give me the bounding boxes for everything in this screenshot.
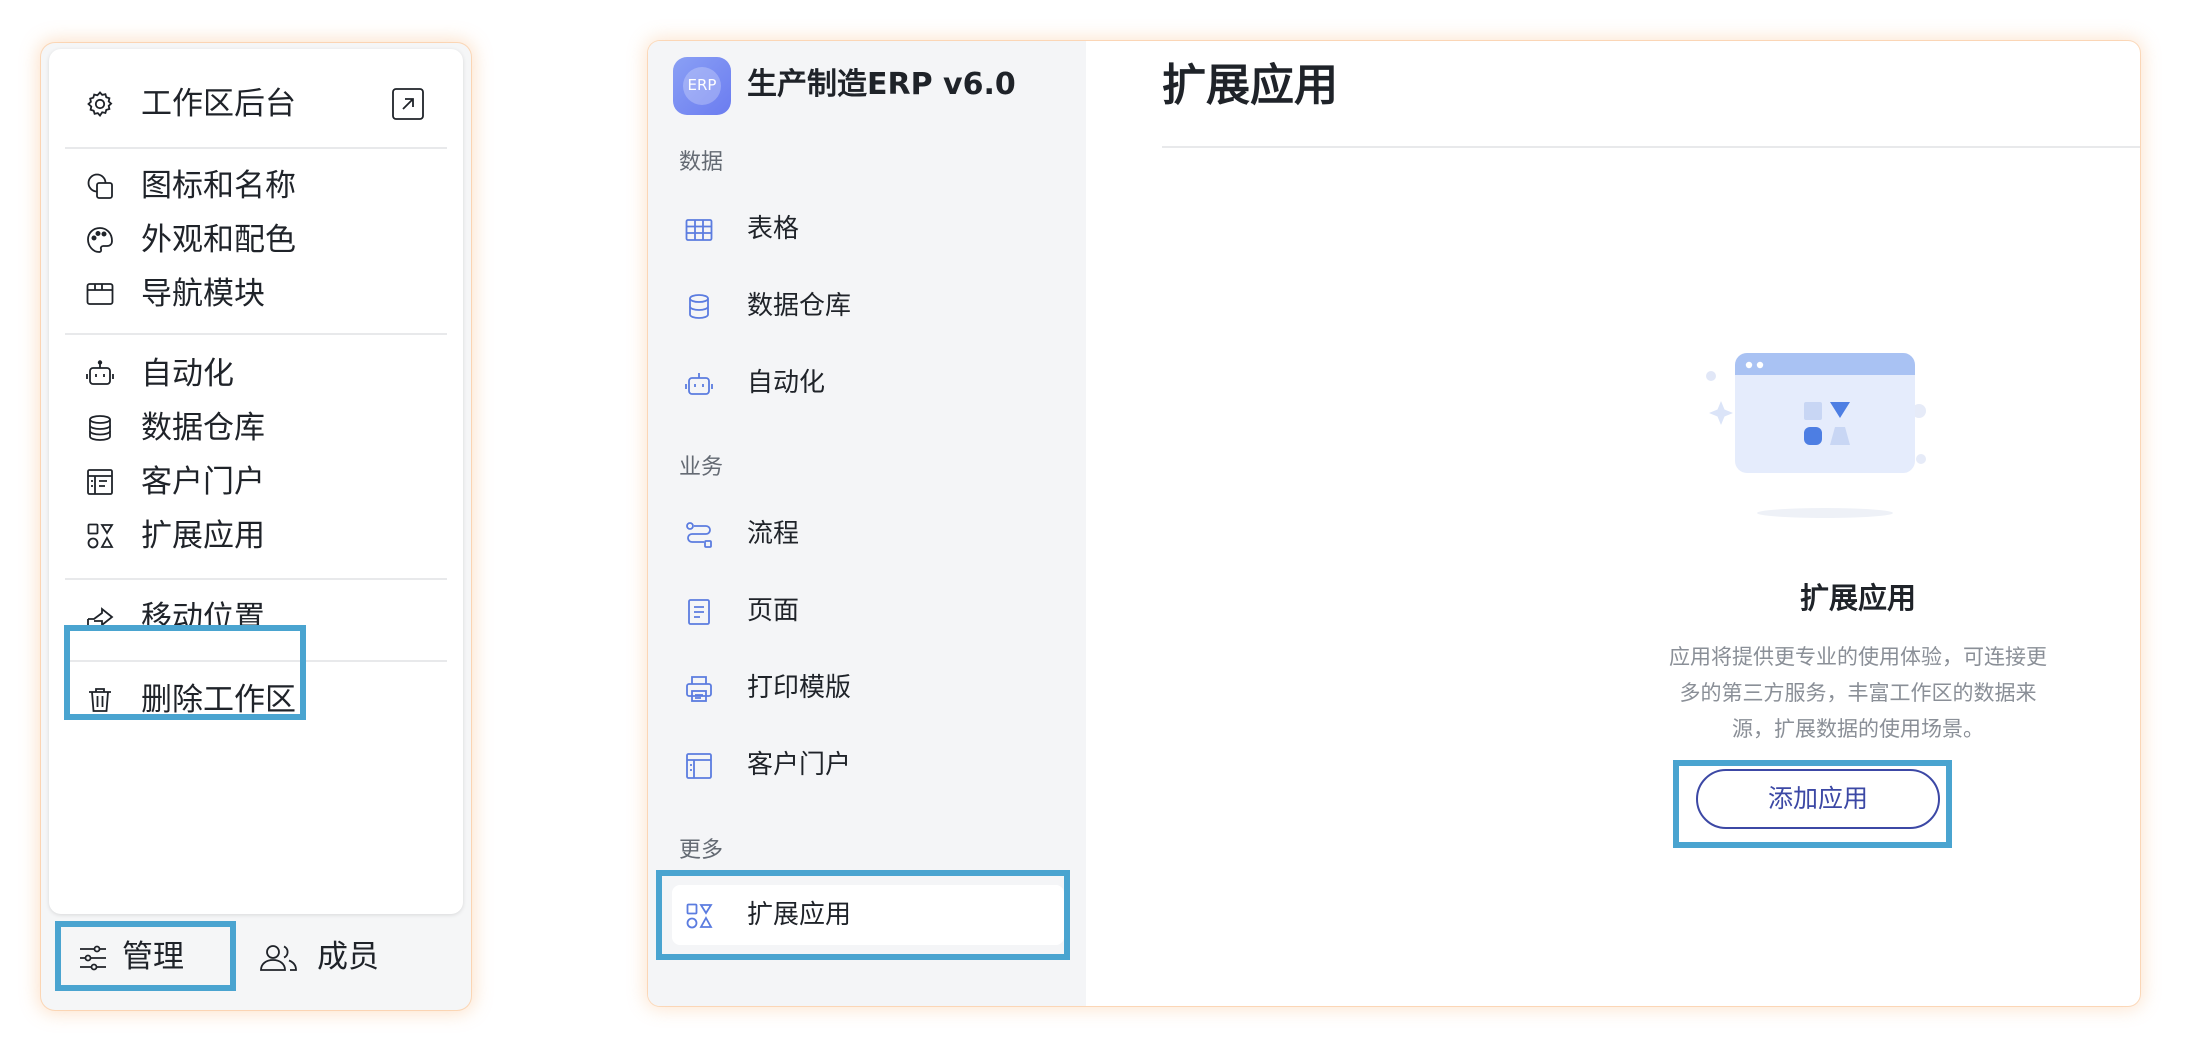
menu-item-label: 外观和配色 bbox=[141, 222, 296, 258]
gear-icon bbox=[87, 91, 113, 117]
empty-state-title: 扩展应用 bbox=[1799, 581, 1916, 615]
menu-divider bbox=[65, 660, 447, 662]
menu-item-automation[interactable]: 自动化 bbox=[49, 344, 463, 404]
external-link-icon[interactable] bbox=[391, 87, 425, 121]
portal-icon bbox=[87, 469, 113, 495]
printer-icon bbox=[686, 676, 712, 702]
menu-item-delete-workspace[interactable]: 删除工作区 bbox=[49, 670, 463, 730]
empty-apps-illustration bbox=[1706, 353, 1926, 518]
bottom-bar: 管理 成员 bbox=[41, 918, 471, 1010]
robot-icon bbox=[86, 360, 114, 385]
menu-item-nav-module[interactable]: 导航模块 bbox=[49, 264, 463, 324]
app-logo[interactable]: ERP bbox=[673, 57, 731, 115]
menu-item-label: 工作区后台 bbox=[141, 86, 296, 122]
robot-icon bbox=[685, 373, 713, 395]
menu-divider bbox=[65, 578, 447, 580]
sidebar-item-label: 页面 bbox=[747, 596, 800, 626]
sidebar-item-print-template[interactable]: 打印模版 bbox=[672, 658, 1064, 718]
members-tab-label: 成员 bbox=[317, 939, 379, 975]
trash-icon bbox=[89, 688, 111, 712]
sidebar-item-page[interactable]: 页面 bbox=[672, 581, 1064, 641]
table-icon bbox=[685, 219, 713, 241]
menu-item-data-warehouse[interactable]: 数据仓库 bbox=[49, 398, 463, 458]
page-icon bbox=[688, 599, 710, 625]
page-title: 扩展应用 bbox=[1162, 60, 1338, 111]
manage-menu: 工作区后台 图标和名称 外观和配色 导航模块 自动化 数据仓库 客户门户 扩展应… bbox=[49, 49, 463, 914]
palette-icon bbox=[87, 227, 113, 253]
menu-divider bbox=[65, 147, 447, 149]
flow-icon bbox=[686, 522, 712, 548]
portal-icon bbox=[686, 753, 712, 779]
menu-item-label: 图标和名称 bbox=[141, 168, 296, 204]
sidebar-item-label: 打印模版 bbox=[747, 673, 852, 703]
menu-item-label: 移动位置 bbox=[141, 600, 265, 636]
empty-state-description: 应用将提供更专业的使用体验，可连接更多的第三方服务，丰富工作区的数据来源，扩展数… bbox=[1669, 645, 2047, 741]
manage-tab-label: 管理 bbox=[122, 939, 184, 975]
section-label-data: 数据 bbox=[679, 150, 724, 175]
menu-item-label: 客户门户 bbox=[141, 464, 265, 500]
menu-item-label: 数据仓库 bbox=[141, 410, 265, 446]
sidebar-item-label: 表格 bbox=[747, 214, 800, 244]
sidebar-item-data-warehouse[interactable]: 数据仓库 bbox=[672, 276, 1064, 336]
app-name: 生产制造ERP v6.0 bbox=[747, 67, 1016, 102]
move-icon bbox=[87, 607, 114, 628]
menu-item-move[interactable]: 移动位置 bbox=[49, 588, 463, 648]
database-icon bbox=[689, 294, 709, 319]
nav-module-icon bbox=[86, 283, 114, 305]
sidebar-item-extension-apps[interactable]: 扩展应用 bbox=[672, 885, 1064, 945]
shapes-icon bbox=[87, 173, 113, 199]
apps-icon bbox=[686, 903, 713, 929]
sidebar-item-label: 数据仓库 bbox=[747, 291, 852, 321]
logo-text: ERP bbox=[687, 76, 717, 94]
sidebar-item-label: 扩展应用 bbox=[747, 900, 852, 930]
menu-item-icon-and-name[interactable]: 图标和名称 bbox=[49, 156, 463, 216]
sidebar-item-table[interactable]: 表格 bbox=[672, 199, 1064, 259]
title-divider bbox=[1162, 146, 2140, 148]
sliders-icon bbox=[80, 945, 106, 971]
database-icon bbox=[89, 415, 111, 441]
section-label-business: 业务 bbox=[679, 455, 724, 480]
menu-item-customer-portal[interactable]: 客户门户 bbox=[49, 452, 463, 512]
menu-divider bbox=[65, 333, 447, 335]
sidebar: ERP 生产制造ERP v6.0 数据 表格 数据仓库 自动化 业务 流程 页面… bbox=[648, 41, 1086, 1006]
section-label-more: 更多 bbox=[679, 838, 724, 863]
sidebar-item-flow[interactable]: 流程 bbox=[672, 504, 1064, 564]
menu-item-label: 扩展应用 bbox=[141, 518, 265, 554]
sidebar-item-customer-portal[interactable]: 客户门户 bbox=[672, 735, 1064, 795]
sidebar-item-label: 自动化 bbox=[747, 368, 826, 398]
menu-item-label: 删除工作区 bbox=[141, 682, 296, 718]
add-app-button[interactable]: 添加应用 bbox=[1696, 769, 1940, 829]
manage-panel: 工作区后台 图标和名称 外观和配色 导航模块 自动化 数据仓库 客户门户 扩展应… bbox=[41, 43, 471, 1010]
menu-item-appearance[interactable]: 外观和配色 bbox=[49, 210, 463, 270]
sidebar-item-label: 客户门户 bbox=[747, 750, 852, 780]
menu-item-extension-apps[interactable]: 扩展应用 bbox=[49, 506, 463, 566]
manage-tab[interactable]: 管理 bbox=[77, 928, 197, 988]
app-window: ERP 生产制造ERP v6.0 数据 表格 数据仓库 自动化 业务 流程 页面… bbox=[648, 41, 2140, 1006]
menu-item-label: 导航模块 bbox=[141, 276, 265, 312]
menu-item-workspace-admin[interactable]: 工作区后台 bbox=[49, 74, 463, 134]
members-tab[interactable]: 成员 bbox=[259, 928, 409, 988]
members-icon bbox=[260, 945, 297, 971]
sidebar-item-automation[interactable]: 自动化 bbox=[672, 353, 1064, 413]
sidebar-item-label: 流程 bbox=[747, 519, 800, 549]
apps-icon bbox=[87, 523, 114, 549]
menu-item-label: 自动化 bbox=[141, 356, 234, 392]
